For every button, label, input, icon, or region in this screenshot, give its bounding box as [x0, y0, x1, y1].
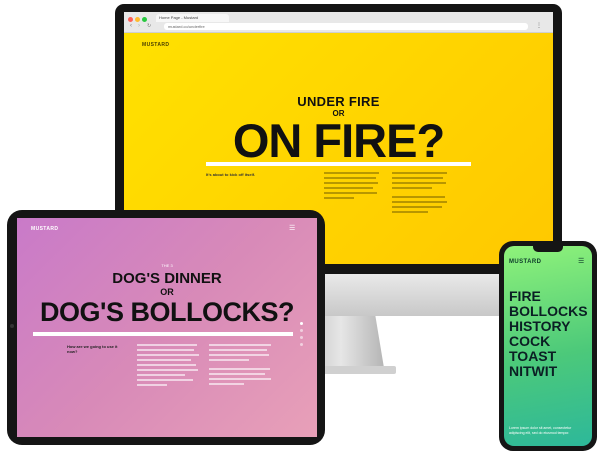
phone-screen: MUSTARD ☰ FIRE BOLLOCKS HISTORY COCK TOA…	[504, 246, 592, 446]
page-headline: DOG'S BOLLOCKS?	[40, 297, 294, 327]
headline-underline	[206, 162, 471, 166]
hamburger-menu-icon[interactable]: ☰	[289, 225, 301, 232]
issue-label: THE 3	[161, 263, 173, 268]
body-column-1	[324, 172, 379, 202]
word-list-item[interactable]: COCK	[509, 334, 592, 349]
word-list-item[interactable]: NITWIT	[509, 364, 592, 379]
tablet-screen: MUSTARD ☰ THE 3 DOG'S DINNER OR DOG'S BO…	[17, 218, 317, 437]
page-indicator-dot[interactable]	[300, 336, 303, 339]
intro-text: How are we going to use it now?	[67, 344, 118, 354]
headline-underline	[33, 332, 293, 336]
hamburger-menu-icon[interactable]: ☰	[578, 258, 584, 265]
intro-text: It's about to kick off itself.	[206, 172, 256, 177]
word-list-item[interactable]: HISTORY	[509, 319, 592, 334]
word-list-item[interactable]: BOLLOCKS	[509, 304, 592, 319]
browser-tab[interactable]: Home Page - Mustard	[156, 14, 229, 22]
phone-notch	[533, 246, 563, 252]
site-logo[interactable]: MUSTARD	[31, 226, 58, 232]
browser-toolbar: Home Page - Mustard ‹ › ↻ mustard.co/und…	[124, 12, 553, 33]
footer-caption: Lorem ipsum dolor sit amet, consectetur …	[509, 426, 572, 435]
page-indicator-dot[interactable]	[300, 343, 303, 346]
forward-arrow-icon[interactable]: ›	[138, 23, 140, 30]
headline-or: OR	[160, 287, 174, 297]
site-logo[interactable]: MUSTARD	[509, 259, 541, 265]
browser-menu-icon[interactable]: ⋮	[536, 23, 544, 30]
body-column-2	[209, 344, 271, 388]
minimize-window-icon[interactable]	[135, 17, 140, 22]
close-window-icon[interactable]	[128, 17, 133, 22]
word-list-item[interactable]: TOAST	[509, 349, 592, 364]
page-headline: ON FIRE?	[232, 114, 445, 167]
body-column-2	[392, 172, 447, 216]
apple-logo-icon	[329, 282, 347, 304]
word-list-item[interactable]: FIRE	[509, 289, 592, 304]
word-list: FIRE BOLLOCKS HISTORY COCK TOAST NITWIT	[509, 289, 592, 379]
site-logo[interactable]: MUSTARD	[142, 42, 169, 48]
maximize-window-icon[interactable]	[142, 17, 147, 22]
body-column-1	[137, 344, 199, 389]
headline-kicker: DOG'S DINNER	[112, 270, 222, 287]
headline-kicker: UNDER FIRE	[297, 94, 380, 109]
page-indicator-dot[interactable]	[300, 322, 303, 325]
back-arrow-icon[interactable]: ‹	[130, 23, 132, 30]
page-indicator-dot[interactable]	[300, 329, 303, 332]
tablet-camera-icon	[10, 324, 14, 328]
reload-icon[interactable]: ↻	[147, 23, 151, 30]
address-bar[interactable]: mustard.co/underfire	[164, 23, 528, 30]
